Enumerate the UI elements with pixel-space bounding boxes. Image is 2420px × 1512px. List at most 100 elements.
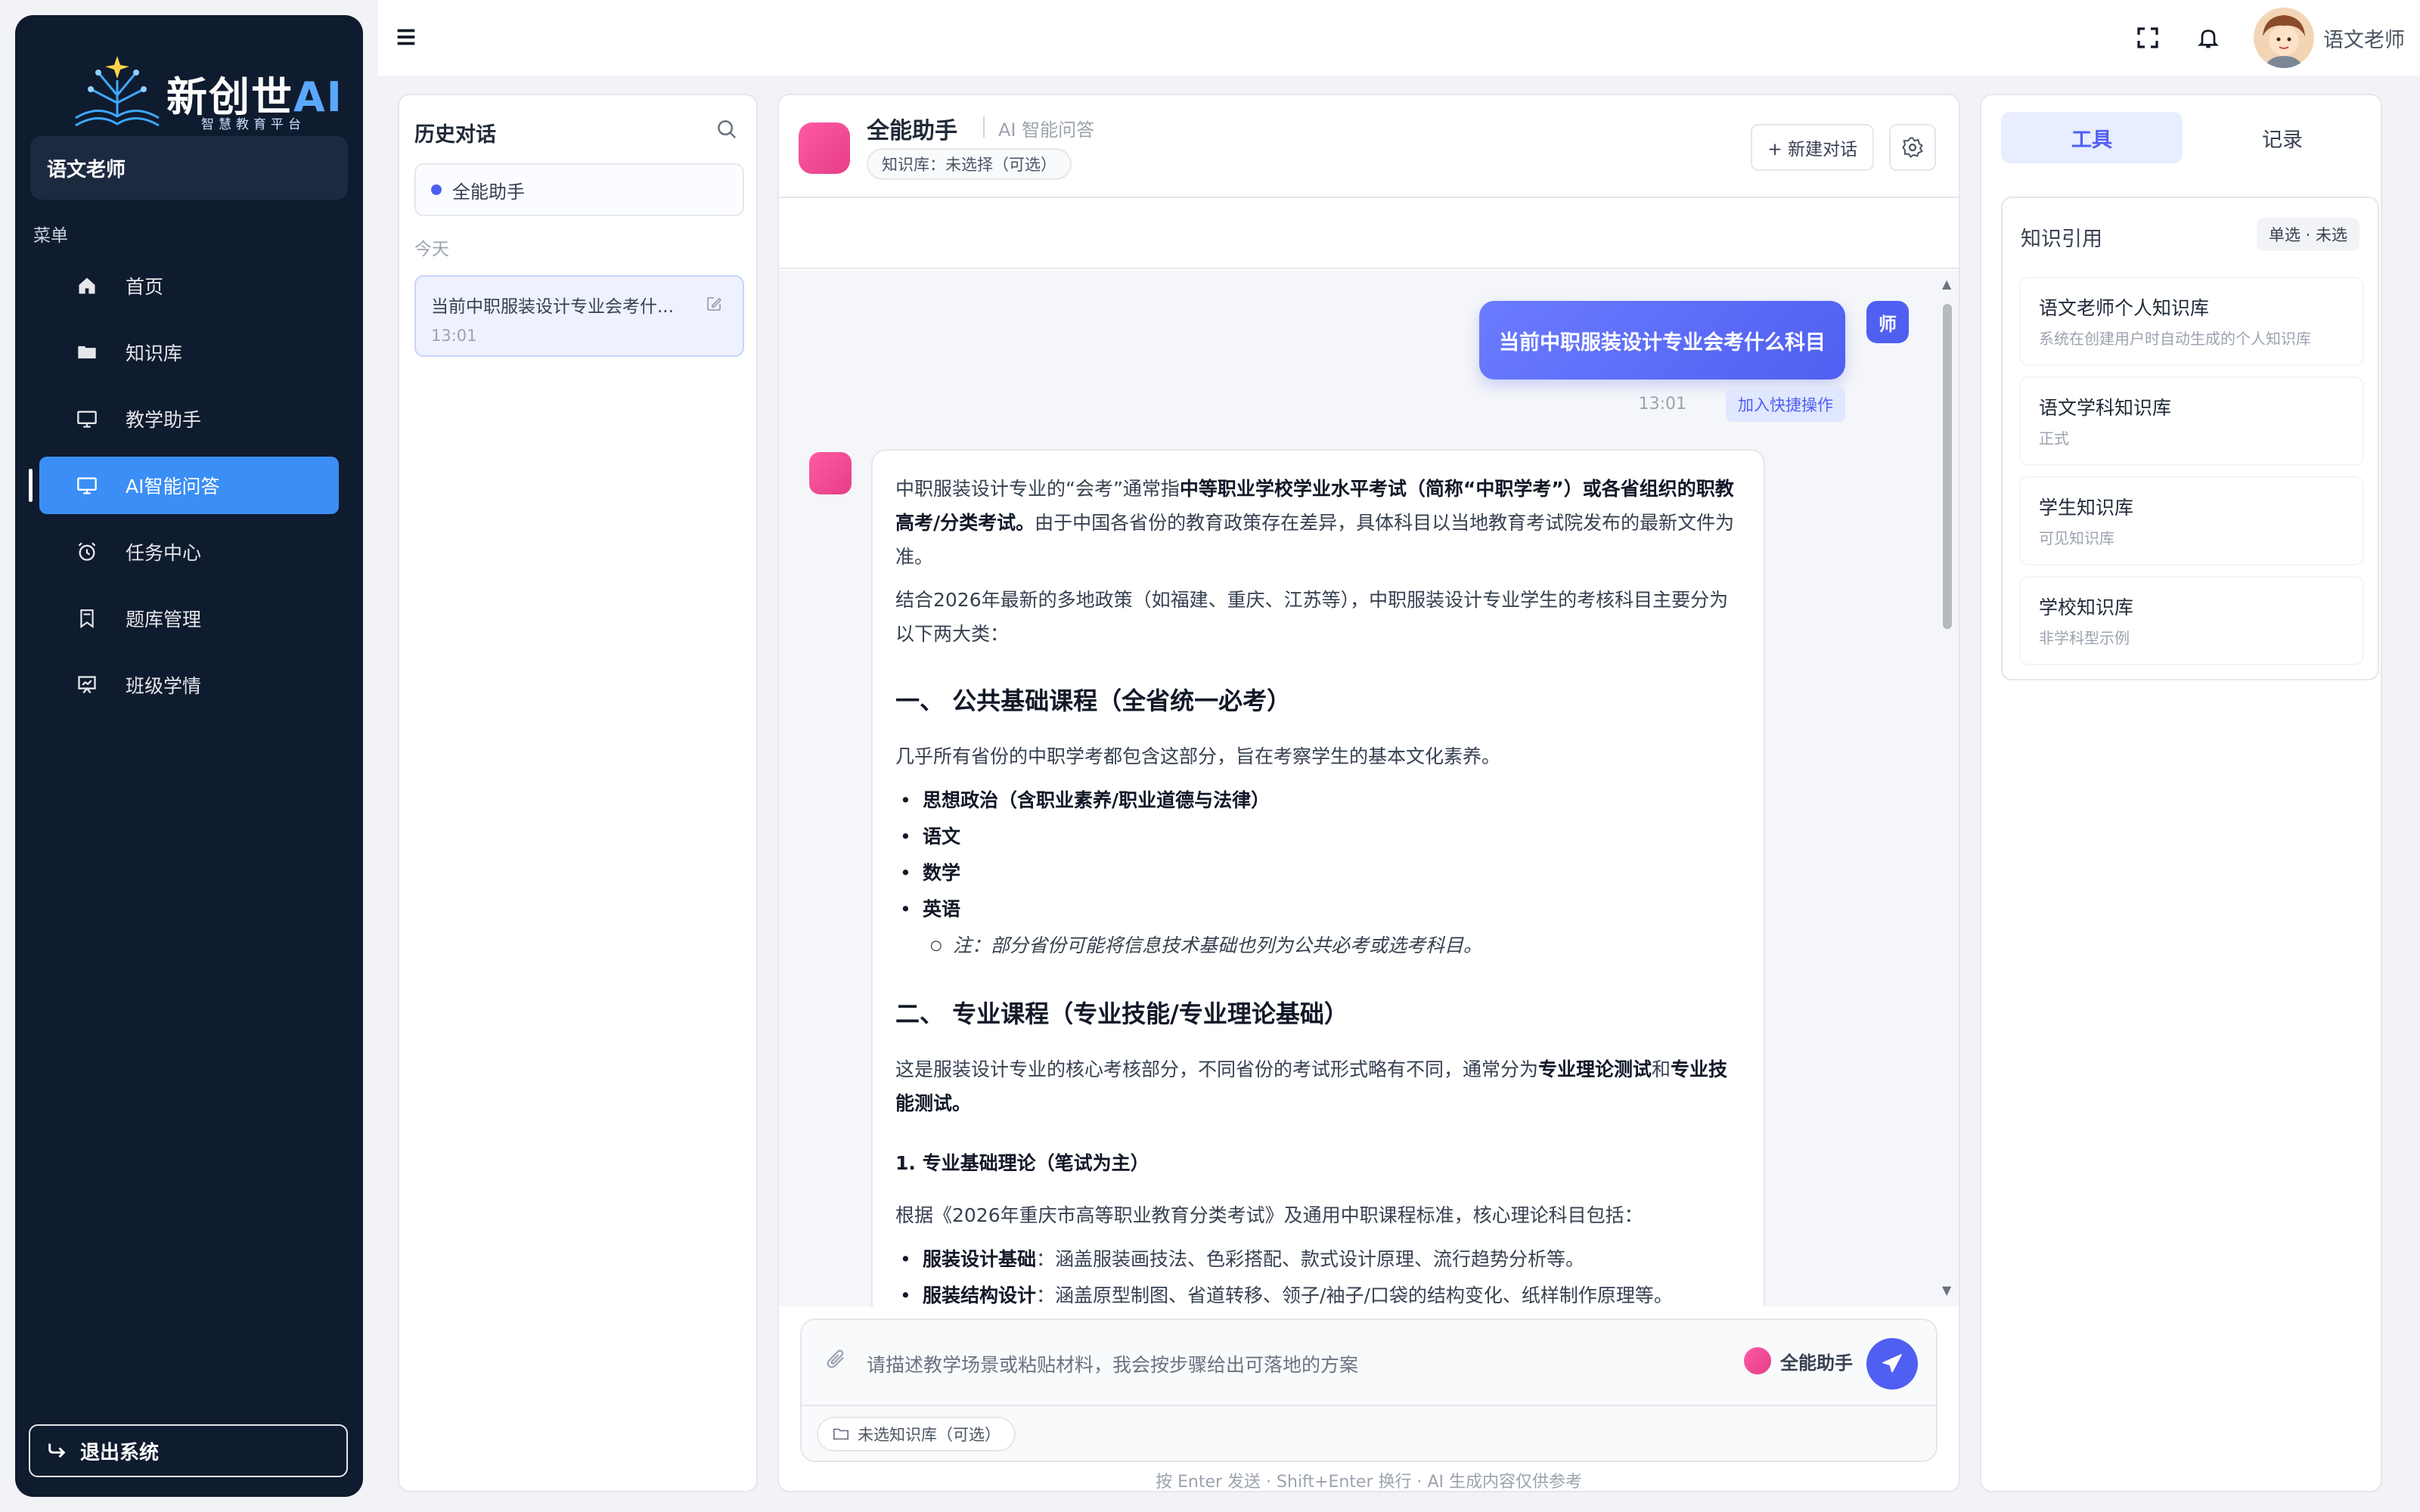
- history-item[interactable]: 当前中职服装设计专业会考什... 13:01: [414, 275, 744, 357]
- home-icon: [74, 273, 100, 299]
- answer-list: 服装设计基础：涵盖服装画技法、色彩搭配、款式设计原理、流行趋势分析等。 服装结构…: [900, 1241, 1741, 1306]
- sidebar-nav: 首页 知识库 教学助手 AI智能问答 任务中心 题库管理 班级学情: [15, 257, 363, 723]
- sidebar-item-label: AI智能问答: [126, 476, 220, 497]
- menu-toggle-icon[interactable]: [393, 24, 419, 53]
- settings-button[interactable]: [1889, 124, 1936, 171]
- list-item: 服装设计基础：涵盖服装画技法、色彩搭配、款式设计原理、流行趋势分析等。: [900, 1241, 1741, 1278]
- tab-records[interactable]: 记录: [2192, 112, 2373, 163]
- logout-label: 退出系统: [80, 1441, 160, 1464]
- knowledge-base-option[interactable]: 语文老师个人知识库 系统在创建用户时自动生成的个人知识库: [2021, 278, 2363, 364]
- knowledge-reference-title: 知识引用: [2021, 228, 2102, 251]
- scroll-up-icon[interactable]: ▲: [1942, 277, 1951, 291]
- message-input[interactable]: 请描述教学场景或粘贴材料，我会按步骤给出可落地的方案: [867, 1350, 1358, 1377]
- knowledge-base-select[interactable]: 未选知识库（可选）: [817, 1417, 1016, 1452]
- send-icon: [1882, 1354, 1902, 1373]
- book-logo-icon: [75, 56, 160, 127]
- tab-tools[interactable]: 工具: [2001, 112, 2183, 163]
- avatar[interactable]: [2254, 8, 2314, 68]
- history-item-time: 13:01: [431, 327, 477, 345]
- answer-paragraph: 这是服装设计专业的核心考核部分，不同省份的考试形式略有不同，通常分为专业理论测试…: [895, 1058, 1728, 1114]
- top-bar: 语文老师: [378, 0, 2420, 76]
- knowledge-base-option[interactable]: 语文学科知识库 正式: [2021, 378, 2363, 464]
- answer-heading: 二、 专业课程（专业技能/专业理论基础）: [895, 999, 1348, 1028]
- menu-label: 菜单: [33, 226, 68, 246]
- chart-board-icon: [74, 672, 100, 698]
- sidebar-item-label: 首页: [126, 276, 164, 298]
- list-item: 思想政治（含职业素养/职业道德与法律）: [900, 782, 1741, 819]
- gear-icon: [1902, 137, 1923, 158]
- top-right-actions: 语文老师: [2133, 8, 2405, 68]
- answer-subheading: 1. 专业基础理论（笔试为主）: [895, 1152, 1150, 1174]
- history-item-title: 当前中职服装设计专业会考什...: [431, 297, 674, 317]
- sidebar-item-ai-qa[interactable]: AI智能问答: [15, 457, 363, 514]
- assistant-answer: 中职服装设计专业的“会考”通常指中等职业学校学业水平考试（简称“中职学考”）或各…: [871, 449, 1765, 1306]
- scrollbar-thumb[interactable]: [1943, 304, 1952, 629]
- sidebar: 新创世AI 智慧教育平台 语文老师 菜单 首页 知识库 教学助手 AI智能问答 …: [15, 15, 363, 1497]
- divider: [983, 116, 985, 138]
- add-quick-action-button[interactable]: 加入快捷操作: [1726, 387, 1845, 422]
- sidebar-item-class-analytics[interactable]: 班级学情: [15, 656, 363, 714]
- knowledge-reference-card: 知识引用 单选 · 未选 语文老师个人知识库 系统在创建用户时自动生成的个人知识…: [2001, 197, 2379, 680]
- current-user-name: 语文老师: [47, 158, 126, 181]
- history-date-group: 今天: [414, 240, 449, 259]
- user-message-bubble: 当前中职服装设计专业会考什么科目: [1479, 301, 1845, 380]
- top-username[interactable]: 语文老师: [2323, 23, 2405, 53]
- active-indicator: [29, 469, 33, 502]
- list-item: 服装结构设计：涵盖原型制图、省道转移、领子/袖子/口袋的结构变化、纸样制作原理等…: [900, 1278, 1741, 1306]
- folder-icon: [833, 1428, 849, 1440]
- brand-logo: 新创世AI 智慧教育平台: [53, 42, 348, 133]
- answer-heading: 一、 公共基础课程（全省统一必考）: [895, 686, 1292, 715]
- sidebar-item-question-bank[interactable]: 题库管理: [15, 590, 363, 647]
- assistant-chip-label: 全能助手: [452, 181, 525, 203]
- bell-icon[interactable]: [2193, 23, 2223, 53]
- chat-header: 全能助手 AI 智能问答 知识库：未选择（可选） + 新建对话: [779, 95, 1959, 198]
- sidebar-item-teaching-assistant[interactable]: 教学助手: [15, 390, 363, 448]
- sidebar-item-task-center[interactable]: 任务中心: [15, 523, 363, 581]
- alarm-icon: [74, 539, 100, 565]
- sidebar-item-label: 班级学情: [126, 675, 202, 697]
- assistant-name: 全能助手: [867, 118, 957, 144]
- attachment-icon[interactable]: [824, 1347, 847, 1373]
- folder-icon: [74, 339, 100, 365]
- sidebar-item-home[interactable]: 首页: [15, 257, 363, 314]
- list-item: 数学: [900, 855, 1741, 891]
- new-chat-button[interactable]: + 新建对话: [1751, 124, 1874, 171]
- chat-subheader-strip: [779, 198, 1959, 269]
- answer-list: 思想政治（含职业素养/职业道德与法律） 语文 数学 英语 注：部分省份可能将信息…: [900, 782, 1741, 964]
- list-item-note: 注：部分省份可能将信息技术基础也列为公共必考或选考科目。: [930, 928, 1741, 964]
- knowledge-base-option[interactable]: 学校知识库 非学科型示例: [2021, 578, 2363, 664]
- knowledge-base-name: 学校知识库: [2039, 596, 2134, 618]
- user-avatar: 师: [1866, 301, 1909, 343]
- assistant-mode-label: 全能助手: [1780, 1352, 1853, 1374]
- scroll-down-icon[interactable]: ▼: [1942, 1283, 1951, 1297]
- monitor-icon: [74, 472, 100, 498]
- knowledge-base-name: 学生知识库: [2039, 497, 2134, 519]
- message-timestamp: 13:01: [1638, 395, 1686, 414]
- knowledge-base-option[interactable]: 学生知识库 可见知识库: [2021, 478, 2363, 564]
- selection-mode-badge: 单选 · 未选: [2256, 218, 2360, 251]
- knowledge-base-desc: 正式: [2039, 429, 2069, 448]
- chat-footer-hint: 按 Enter 发送 · Shift+Enter 换行 · AI 生成内容仅供参…: [1155, 1473, 1582, 1492]
- history-title: 历史对话: [414, 123, 496, 147]
- list-item: 英语: [900, 891, 1741, 928]
- right-panel: 工具 记录 知识引用 单选 · 未选 语文老师个人知识库 系统在创建用户时自动生…: [1980, 94, 2382, 1492]
- chat-panel: 全能助手 AI 智能问答 知识库：未选择（可选） + 新建对话 当前中职服装设计…: [777, 94, 1960, 1492]
- chat-scrollbar[interactable]: ▲ ▼: [1941, 277, 1953, 1297]
- assistant-mode-dot: [1744, 1347, 1771, 1374]
- sidebar-item-label: 题库管理: [126, 609, 202, 631]
- send-button[interactable]: [1866, 1338, 1918, 1390]
- monitor-icon: [74, 406, 100, 432]
- edit-icon[interactable]: [705, 295, 723, 316]
- current-user-card: 语文老师: [30, 136, 348, 200]
- search-icon[interactable]: [715, 118, 738, 144]
- chat-messages[interactable]: 当前中职服装设计专业会考什么科目 师 13:01 加入快捷操作 中职服装设计专业…: [779, 271, 1959, 1306]
- knowledge-base-pill[interactable]: 知识库：未选择（可选）: [867, 148, 1072, 180]
- logout-icon: [45, 1440, 68, 1461]
- fullscreen-icon[interactable]: [2133, 23, 2163, 53]
- knowledge-base-desc: 可见知识库: [2039, 529, 2114, 547]
- assistant-mode-selector[interactable]: 全能助手: [1744, 1347, 1853, 1374]
- sidebar-item-knowledge-base[interactable]: 知识库: [15, 324, 363, 381]
- assistant-filter-chip[interactable]: 全能助手: [414, 163, 744, 216]
- composer-divider: [802, 1405, 1936, 1406]
- logout-button[interactable]: 退出系统: [29, 1424, 348, 1477]
